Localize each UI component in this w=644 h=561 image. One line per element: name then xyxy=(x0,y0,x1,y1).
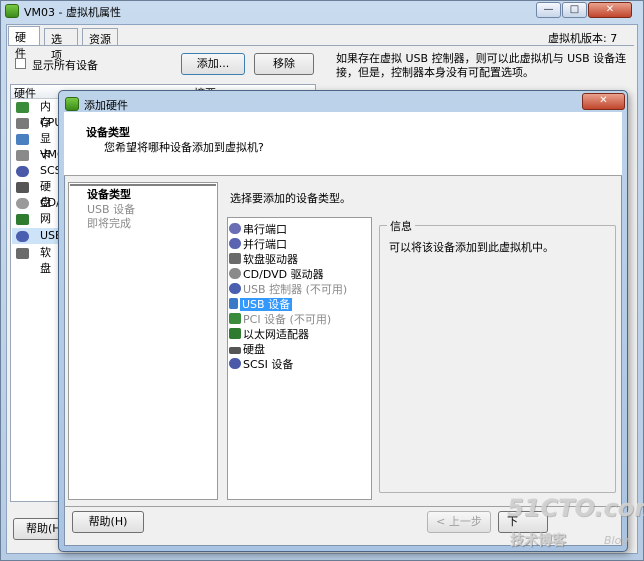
dialog-app-icon xyxy=(65,97,79,111)
device-type-label: CD/DVD 驱动器 xyxy=(243,268,324,281)
watermark-site: 51CTO.com xyxy=(507,494,644,522)
hardware-item-usb[interactable]: USB xyxy=(12,228,63,244)
floppy-drive-icon xyxy=(229,253,241,264)
device-type-usb-controller: USB 控制器 (不可用) xyxy=(229,282,347,297)
back-button: < 上一步 xyxy=(427,511,491,533)
cd-dvd-icon xyxy=(16,198,29,209)
video-card-icon xyxy=(16,134,29,145)
floppy-icon xyxy=(16,248,29,259)
tab-options[interactable]: 选项 xyxy=(44,28,78,62)
vm-window-title: VM03 - 虚拟机属性 xyxy=(24,6,121,19)
dialog-header-title: 设备类型 xyxy=(86,126,130,139)
hard-disk-icon xyxy=(16,182,29,193)
tab-hardware[interactable]: 硬件 xyxy=(8,26,40,60)
device-type-serial-port[interactable]: 串行端口 xyxy=(229,222,287,237)
vm-window-close-button[interactable]: ✕ xyxy=(588,2,632,18)
step-ready-to-complete[interactable]: 即将完成 xyxy=(87,215,131,231)
remove-device-button[interactable]: 移除 xyxy=(254,53,314,75)
show-all-devices-checkbox[interactable] xyxy=(15,58,26,69)
device-type-floppy-drive[interactable]: 软盘驱动器 xyxy=(229,252,298,267)
device-type-label: 以太网适配器 xyxy=(243,328,309,341)
hardware-item-label: CD/ xyxy=(40,196,60,209)
tab-resources[interactable]: 资源 xyxy=(82,28,118,46)
cpu-icon xyxy=(16,118,29,129)
device-type-parallel-port[interactable]: 并行端口 xyxy=(229,237,287,252)
device-type-label: 硬盘 xyxy=(243,343,265,356)
device-type-scsi-device[interactable]: SCSI 设备 xyxy=(229,357,293,372)
dialog-title: 添加硬件 xyxy=(84,99,128,112)
device-type-label: PCI 设备 (不可用) xyxy=(243,313,332,326)
device-type-ethernet-adapter[interactable]: 以太网适配器 xyxy=(229,327,309,342)
parallel-port-icon xyxy=(229,238,241,249)
device-type-label: 软盘驱动器 xyxy=(243,253,298,266)
usb-notice-text: 如果存在虚拟 USB 控制器，则可以此虚拟机与 USB 设备连接，但是，控制器本… xyxy=(336,52,627,79)
scsi-device-icon xyxy=(229,358,241,369)
device-type-label: USB 控制器 (不可用) xyxy=(243,283,348,296)
device-type-prompt: 选择要添加的设备类型。 xyxy=(230,192,351,205)
vmci-icon xyxy=(16,150,29,161)
vm-version-label: 虚拟机版本: 7 xyxy=(548,32,618,45)
device-type-hard-disk[interactable]: 硬盘 xyxy=(229,342,265,357)
hardware-item-label: 软盘 xyxy=(40,246,51,275)
dialog-help-button[interactable]: 帮助(H) xyxy=(72,511,144,533)
add-device-button[interactable]: 添加... xyxy=(181,53,245,75)
device-type-label: USB 设备 xyxy=(240,298,293,311)
scsi-icon xyxy=(16,166,29,177)
device-type-label: SCSI 设备 xyxy=(243,358,294,371)
usb-device-icon xyxy=(229,298,238,309)
minimize-button[interactable]: — xyxy=(536,2,561,18)
usb-controller-icon xyxy=(229,283,241,294)
device-type-pci-device: PCI 设备 (不可用) xyxy=(229,312,331,327)
cd-dvd-drive-icon xyxy=(229,268,241,279)
memory-icon xyxy=(16,102,29,113)
usb-icon xyxy=(16,231,29,242)
show-all-devices-label: 显示所有设备 xyxy=(32,59,98,72)
pci-device-icon xyxy=(229,313,241,324)
vm-app-icon xyxy=(5,4,19,18)
watermark-blog: Blog xyxy=(604,534,629,547)
dialog-close-button[interactable]: ✕ xyxy=(582,93,625,110)
tab-divider xyxy=(8,45,634,46)
info-text: 可以将该设备添加到此虚拟机中。 xyxy=(389,241,554,254)
hard-disk-icon xyxy=(229,347,241,354)
device-type-usb-device[interactable]: USB 设备 xyxy=(229,297,293,312)
serial-port-icon xyxy=(229,223,241,234)
device-type-label: 串行端口 xyxy=(243,223,287,236)
device-type-label: 并行端口 xyxy=(243,238,287,251)
network-icon xyxy=(16,214,29,225)
maximize-button[interactable]: □ xyxy=(562,2,587,18)
ethernet-adapter-icon xyxy=(229,328,241,339)
dialog-header-subtitle: 您希望将哪种设备添加到虚拟机? xyxy=(104,141,264,154)
step-device-type[interactable]: 设备类型 xyxy=(87,186,131,202)
watermark-tagline: 技术博客 xyxy=(510,533,566,549)
device-type-cd-dvd-drive[interactable]: CD/DVD 驱动器 xyxy=(229,267,324,282)
info-groupbox xyxy=(379,225,616,493)
info-legend: 信息 xyxy=(387,218,415,234)
